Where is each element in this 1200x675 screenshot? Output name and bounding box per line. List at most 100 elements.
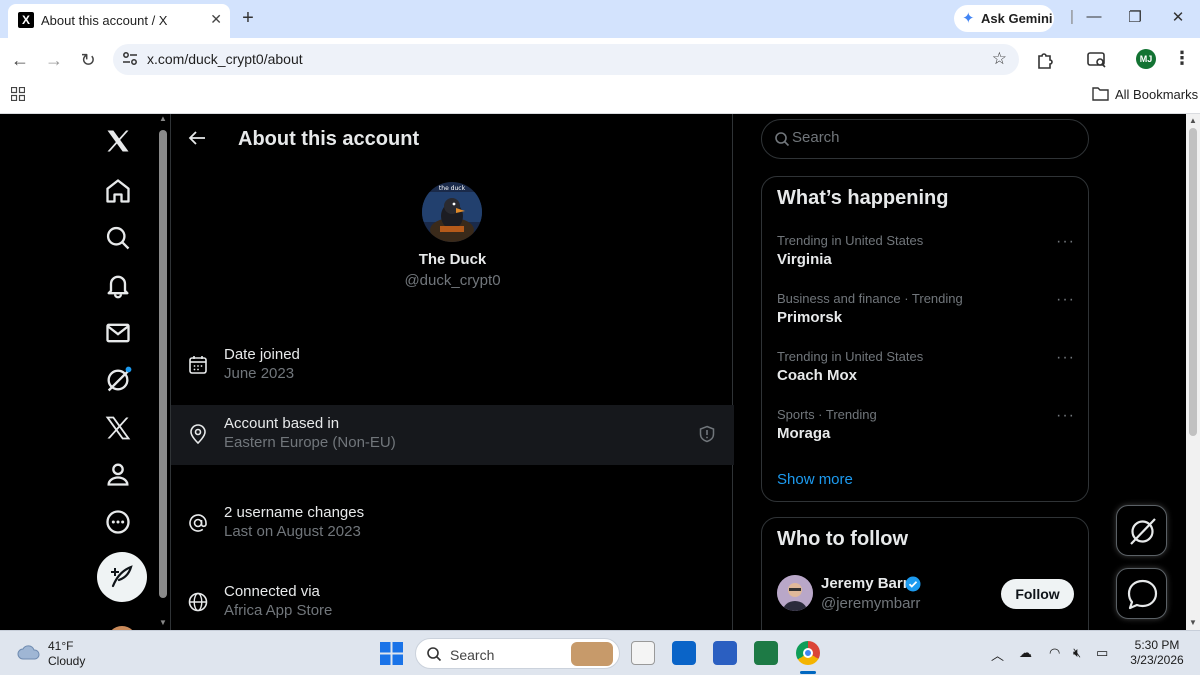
- tabstrip-divider: |: [1070, 8, 1074, 25]
- ask-gemini-label: Ask Gemini: [981, 11, 1053, 26]
- wifi-icon[interactable]: ◠: [1049, 645, 1060, 661]
- reload-button[interactable]: ↻: [77, 49, 99, 71]
- back-button[interactable]: ←: [9, 49, 31, 71]
- trend-item[interactable]: Trending in United States Coach Mox ···: [762, 349, 1088, 407]
- tab-title: About this account / X: [41, 13, 168, 28]
- scroll-down-arrow[interactable]: ▼: [159, 618, 167, 627]
- row-title: 2 username changes: [224, 504, 365, 521]
- profile-avatar-duck[interactable]: the duck: [422, 182, 482, 242]
- trend-context: Sports · Trending: [777, 407, 877, 422]
- grok-floating-button[interactable]: [1116, 505, 1167, 556]
- weather-temperature[interactable]: 41°F: [48, 639, 73, 653]
- x-favicon-icon: X: [18, 12, 34, 28]
- scroll-up-arrow[interactable]: ▲: [1189, 116, 1197, 125]
- extensions-icon[interactable]: [1034, 48, 1058, 72]
- show-hidden-icons[interactable]: ︿: [991, 645, 1004, 664]
- suggested-user-name[interactable]: Jeremy Barr: [821, 575, 909, 592]
- right-scrollbar-thumb[interactable]: [1189, 128, 1197, 436]
- cloud-weather-icon[interactable]: [17, 643, 41, 661]
- trend-name: Primorsk: [777, 309, 843, 326]
- close-window-button[interactable]: ✕: [1167, 8, 1189, 26]
- follow-button[interactable]: Follow: [1001, 579, 1074, 609]
- new-tab-button[interactable]: +: [238, 7, 258, 29]
- back-arrow-icon[interactable]: [187, 128, 207, 148]
- tab-search-icon[interactable]: [1085, 48, 1109, 72]
- display-name: The Duck: [418, 251, 487, 268]
- compose-post-button[interactable]: [97, 552, 147, 602]
- profile-person-icon[interactable]: [104, 460, 132, 488]
- excel-icon[interactable]: [754, 641, 778, 665]
- taskbar-search-box[interactable]: Search: [415, 638, 620, 669]
- site-info-icon[interactable]: [121, 50, 139, 68]
- trend-name: Moraga: [777, 425, 831, 442]
- explore-search-icon[interactable]: [104, 224, 132, 252]
- chat-bubble-icon: [1127, 579, 1158, 610]
- row-value: Eastern Europe (Non-EU): [224, 434, 396, 451]
- row-value: Africa App Store: [224, 602, 333, 619]
- trend-item[interactable]: Trending in United States Virginia ···: [762, 233, 1088, 291]
- more-dots-icon[interactable]: ···: [1056, 407, 1075, 425]
- bookmark-star-icon[interactable]: ☆: [992, 49, 1007, 69]
- notifications-bell-icon[interactable]: [104, 271, 132, 299]
- search-highlight-image[interactable]: [571, 642, 613, 666]
- minimize-button[interactable]: —: [1083, 8, 1105, 25]
- messages-floating-button[interactable]: [1116, 568, 1167, 619]
- search-icon: [427, 647, 442, 662]
- search-box[interactable]: [761, 119, 1089, 159]
- trend-item[interactable]: Sports · Trending Moraga ···: [762, 407, 1088, 465]
- chrome-icon[interactable]: [796, 641, 820, 665]
- left-scrollbar[interactable]: ▲ ▼: [157, 114, 169, 630]
- address-bar[interactable]: x.com/duck_crypt0/about ☆: [113, 44, 1019, 75]
- more-dots-icon[interactable]: ···: [1056, 349, 1075, 367]
- x-page: ▲ ▼ About this account the duck The Duck…: [0, 114, 1200, 630]
- task-view-icon[interactable]: [631, 641, 655, 665]
- ask-gemini-button[interactable]: ✦ Ask Gemini: [954, 5, 1054, 32]
- more-dots-icon[interactable]: ···: [1056, 233, 1075, 251]
- home-icon[interactable]: [104, 177, 132, 205]
- folder-icon: [1092, 87, 1109, 101]
- apps-grid-icon[interactable]: [11, 87, 25, 101]
- grok-icon[interactable]: [104, 366, 132, 394]
- shield-info-icon[interactable]: [698, 425, 716, 443]
- show-more-link[interactable]: Show more: [777, 471, 853, 488]
- volume-muted-icon[interactable]: 🔇︎: [1073, 645, 1081, 661]
- more-options-icon[interactable]: [104, 508, 132, 536]
- outlook-icon[interactable]: [672, 641, 696, 665]
- right-scrollbar[interactable]: ▲ ▼: [1186, 114, 1200, 630]
- profile-avatar[interactable]: MJ: [1136, 49, 1156, 69]
- browser-tab[interactable]: X About this account / X ✕: [8, 4, 230, 38]
- premium-x-icon[interactable]: [104, 414, 132, 442]
- calendar-icon: [189, 356, 207, 374]
- forward-button[interactable]: →: [43, 49, 65, 71]
- scroll-down-arrow[interactable]: ▼: [1189, 618, 1197, 627]
- trend-item[interactable]: Business and finance · Trending Primorsk…: [762, 291, 1088, 349]
- who-to-follow-card: Who to follow Jeremy Barr @jeremymbarr F…: [761, 517, 1089, 630]
- trend-context: Trending in United States: [777, 349, 924, 364]
- windows-start-icon[interactable]: [380, 642, 403, 665]
- search-input[interactable]: [792, 129, 1072, 146]
- close-tab-icon[interactable]: ✕: [210, 11, 222, 28]
- card-title: Who to follow: [777, 528, 909, 550]
- bookmarks-bar: [0, 80, 1200, 114]
- left-scrollbar-thumb[interactable]: [159, 130, 167, 598]
- row-account-based-in[interactable]: Account based in Eastern Europe (Non-EU): [171, 405, 734, 465]
- onedrive-icon[interactable]: ☁: [1019, 645, 1032, 661]
- weather-condition[interactable]: Cloudy: [48, 654, 85, 668]
- user-photo-image: [777, 575, 813, 611]
- restore-button[interactable]: ❐: [1124, 8, 1146, 26]
- messages-envelope-icon[interactable]: [104, 319, 132, 347]
- word-icon[interactable]: [713, 641, 737, 665]
- windows-taskbar: 41°F Cloudy Search ︿ ☁ ◠ 🔇︎ ▭ 5:30 PM 3/…: [0, 630, 1200, 675]
- row-title: Account based in: [224, 415, 340, 432]
- row-date-joined: Date joined June 2023: [171, 336, 734, 396]
- search-icon: [775, 132, 790, 147]
- suggested-user-avatar[interactable]: [777, 575, 813, 611]
- trend-name: Virginia: [777, 251, 832, 268]
- x-logo-icon[interactable]: [104, 127, 132, 155]
- scroll-up-arrow[interactable]: ▲: [159, 114, 167, 123]
- row-title: Connected via: [224, 583, 320, 600]
- browser-menu-icon[interactable]: ⋮: [1173, 48, 1191, 69]
- system-clock[interactable]: 5:30 PM 3/23/2026: [1122, 638, 1192, 668]
- more-dots-icon[interactable]: ···: [1056, 291, 1075, 309]
- battery-icon[interactable]: ▭: [1096, 645, 1108, 661]
